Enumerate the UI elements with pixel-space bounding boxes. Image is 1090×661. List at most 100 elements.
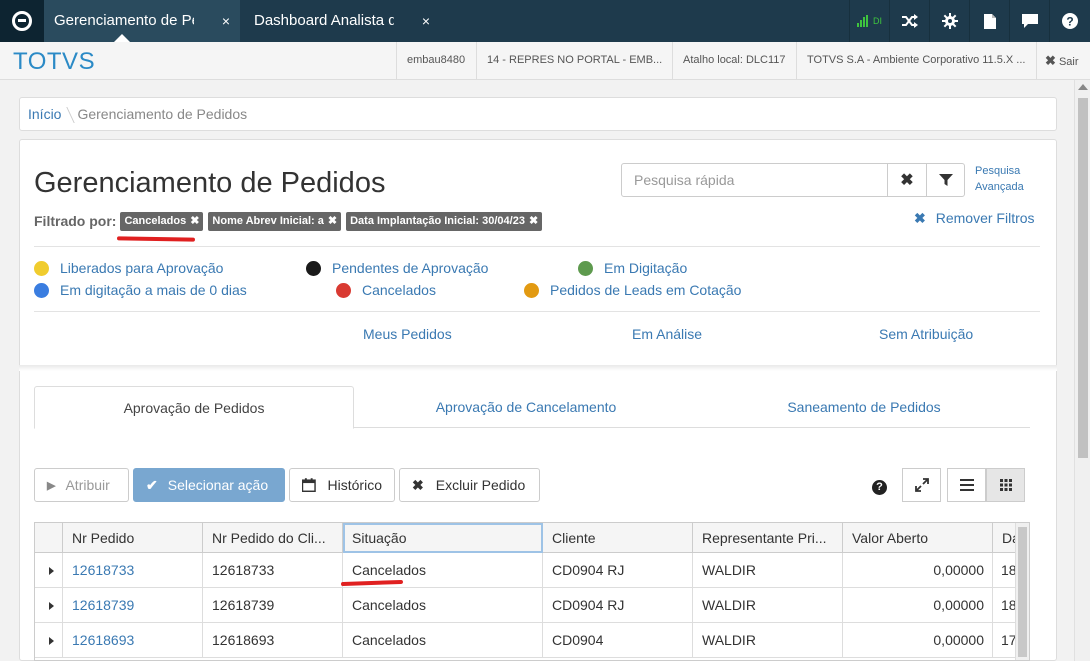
filter-icon	[939, 174, 953, 186]
legend-label: Cancelados	[362, 282, 436, 298]
quick-search: ✖	[621, 163, 965, 197]
status-dot-icon	[34, 282, 49, 298]
filter-button[interactable]	[926, 164, 965, 196]
cell-nr-pedido[interactable]: 12618733	[63, 553, 203, 587]
shuffle-button[interactable]	[889, 0, 929, 42]
legend-leads-cotacao[interactable]: Pedidos de Leads em Cotação	[524, 282, 741, 298]
header-company[interactable]: 14 - REPRES NO PORTAL - EMB...	[476, 42, 672, 79]
app-menu-button[interactable]	[0, 0, 44, 42]
page-title: Gerenciamento de Pedidos	[34, 167, 386, 199]
legend-liberados[interactable]: Liberados para Aprovação	[34, 260, 223, 276]
close-icon[interactable]: ✖	[529, 215, 538, 227]
row-expander[interactable]	[35, 553, 63, 587]
legend-label: Liberados para Aprovação	[60, 260, 224, 276]
delete-order-label: Excluir Pedido	[435, 477, 526, 493]
column-header-representante[interactable]: Representante Pri...	[693, 523, 843, 553]
filter-chip-data-implantacao[interactable]: Data Implantação Inicial: 30/04/23 ✖	[346, 211, 543, 231]
scroll-thumb[interactable]	[1078, 98, 1088, 458]
header-user[interactable]: embau8480	[396, 42, 476, 79]
row-expander[interactable]	[35, 623, 63, 657]
legend-em-digitacao[interactable]: Em Digitação	[578, 260, 687, 276]
tab-label: Dashboard Analista de	[254, 12, 394, 29]
filter-chip-nome-abrev[interactable]: Nome Abrev Inicial: a ✖	[208, 211, 342, 231]
legend-label: Pedidos de Leads em Cotação	[550, 282, 742, 298]
cell-nr-pedido[interactable]: 12618693	[63, 623, 203, 657]
column-header-cliente[interactable]: Cliente	[543, 523, 693, 553]
tab-saneamento-pedidos[interactable]: Saneamento de Pedidos	[698, 386, 1030, 428]
link-em-analise[interactable]: Em Análise	[632, 326, 702, 342]
status-dot-icon	[524, 282, 539, 298]
shuffle-icon	[901, 14, 918, 28]
header-environment[interactable]: TOTVS S.A - Ambiente Corporativo 11.5.X …	[796, 42, 1036, 79]
page-scrollbar[interactable]	[1074, 80, 1090, 661]
totvs-logo-icon	[12, 11, 32, 31]
list-icon	[959, 479, 974, 491]
order-tabs: Aprovação de Pedidos Aprovação de Cancel…	[34, 386, 1030, 429]
close-icon[interactable]: ✖	[190, 215, 199, 227]
clear-search-button[interactable]: ✖	[887, 164, 926, 196]
advanced-search-link[interactable]: Pesquisa Avançada	[975, 163, 1024, 195]
tab-aprovacao-cancelamento[interactable]: Aprovação de Cancelamento	[354, 386, 698, 428]
cell-nr-pedido-cliente: 12618693	[203, 623, 343, 657]
chat-icon	[1021, 14, 1038, 28]
column-header-valor-aberto[interactable]: Valor Aberto	[843, 523, 993, 553]
tab-dashboard-analista[interactable]: Dashboard Analista de ×	[244, 0, 440, 42]
signal-indicator[interactable]: DI	[849, 0, 889, 42]
legend-cancelados[interactable]: Cancelados	[336, 282, 436, 298]
brand-logo: TOTVS	[13, 48, 96, 75]
header-shortcut[interactable]: Atalho local: DLC117	[672, 42, 796, 79]
help-icon[interactable]: ?	[872, 480, 887, 495]
link-meus-pedidos[interactable]: Meus Pedidos	[363, 326, 452, 342]
top-tab-bar: Gerenciamento de Pedidos × Dashboard Ana…	[0, 0, 1090, 42]
close-icon: ✖	[412, 476, 424, 493]
active-filters: Filtrado por: Cancelados ✖ Nome Abrev Ini…	[34, 211, 547, 231]
link-sem-atribuicao[interactable]: Sem Atribuição	[879, 326, 973, 342]
history-button[interactable]: Histórico	[289, 468, 395, 502]
legend-pendentes[interactable]: Pendentes de Aprovação	[306, 260, 488, 276]
tab-gerenciamento-pedidos[interactable]: Gerenciamento de Pedidos ×	[44, 0, 240, 42]
status-dot-icon	[578, 260, 593, 276]
close-icon[interactable]: ✖	[328, 215, 337, 227]
breadcrumb-separator	[59, 107, 76, 124]
close-icon[interactable]: ×	[422, 0, 430, 42]
cell-valor-aberto: 0,00000	[843, 588, 993, 622]
row-expander[interactable]	[35, 588, 63, 622]
chat-button[interactable]	[1009, 0, 1049, 42]
scroll-up-icon[interactable]	[1078, 84, 1088, 90]
grid-view-button[interactable]	[986, 468, 1025, 502]
help-button[interactable]: ?	[1049, 0, 1090, 42]
breadcrumb-home-link[interactable]: Início	[28, 106, 61, 122]
legend-em-digitacao-dias[interactable]: Em digitação a mais de 0 dias	[34, 282, 247, 298]
fullscreen-button[interactable]	[902, 468, 941, 502]
column-header-nr-pedido-cliente[interactable]: Nr Pedido do Cli...	[203, 523, 343, 553]
close-icon: ✖	[900, 172, 914, 189]
legend-label: Pendentes de Aprovação	[332, 260, 489, 276]
cell-cliente: CD0904 RJ	[543, 553, 693, 587]
table-row[interactable]: 12618733 12618733 Cancelados CD0904 RJ W…	[35, 553, 1029, 588]
orders-grid: Nr Pedido Nr Pedido do Cli... Situação C…	[34, 522, 1030, 661]
tab-aprovacao-pedidos[interactable]: Aprovação de Pedidos	[34, 386, 354, 429]
cell-situacao: Cancelados	[343, 588, 543, 622]
select-action-button[interactable]: ✔ Selecionar ação	[133, 468, 285, 502]
quick-search-input[interactable]	[622, 164, 887, 196]
column-header-situacao[interactable]: Situação	[343, 523, 543, 553]
grid-scroll-thumb[interactable]	[1018, 527, 1027, 657]
delete-order-button[interactable]: ✖ Excluir Pedido	[399, 468, 540, 502]
column-header-nr-pedido[interactable]: Nr Pedido	[63, 523, 203, 553]
settings-button[interactable]	[929, 0, 969, 42]
expand-icon	[914, 478, 929, 492]
list-view-button[interactable]	[947, 468, 986, 502]
logout-button[interactable]: ✖ Sair	[1036, 42, 1090, 79]
grid-scrollbar[interactable]	[1015, 523, 1029, 660]
table-row[interactable]: 12618693 12618693 Cancelados CD0904 WALD…	[35, 623, 1029, 658]
remove-filters-link[interactable]: ✖ Remover Filtros	[914, 210, 1035, 227]
cell-nr-pedido[interactable]: 12618739	[63, 588, 203, 622]
filter-chip-cancelados[interactable]: Cancelados ✖	[120, 211, 204, 231]
breadcrumb-current: Gerenciamento de Pedidos	[77, 106, 248, 122]
assign-button[interactable]: ▶ Atribuir	[34, 468, 129, 502]
legend-label: Em digitação a mais de 0 dias	[60, 282, 247, 298]
table-row[interactable]: 12618739 12618739 Cancelados CD0904 RJ W…	[35, 588, 1029, 623]
close-icon[interactable]: ×	[222, 0, 230, 42]
caret-right-icon	[49, 637, 54, 645]
document-button[interactable]	[969, 0, 1009, 42]
